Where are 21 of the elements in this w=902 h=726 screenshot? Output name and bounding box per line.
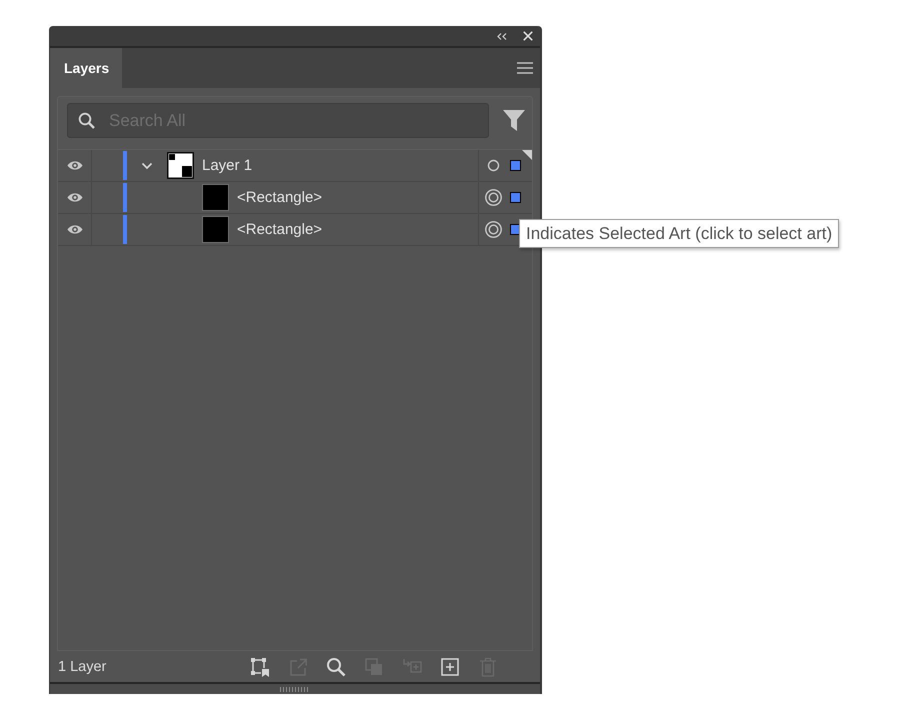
- magnifier-icon: [326, 656, 346, 676]
- double-ring-icon[interactable]: [485, 221, 502, 238]
- double-ring-icon[interactable]: [485, 189, 502, 206]
- artboard-icon: [250, 656, 270, 676]
- menu-icon[interactable]: [517, 62, 533, 74]
- filter-icon[interactable]: [503, 110, 525, 131]
- layer-name[interactable]: <Rectangle>: [237, 189, 322, 206]
- layer-thumbnail-drawing: [167, 152, 194, 179]
- tooltip: Indicates Selected Art (click to select art): [519, 219, 840, 248]
- rectangle-thumbnail: [202, 184, 229, 211]
- plus-box-icon: [440, 656, 460, 676]
- tab[interactable]: Layers: [50, 48, 122, 88]
- close-icon[interactable]: [523, 31, 533, 41]
- layer-name[interactable]: Layer 1: [202, 157, 252, 174]
- layer-name[interactable]: <Rectangle>: [237, 221, 322, 238]
- circle-icon[interactable]: [485, 157, 502, 174]
- search-icon: [78, 112, 95, 129]
- collapse-icon[interactable]: [497, 32, 507, 40]
- rectangle-thumbnail: [202, 216, 229, 243]
- grip-icon: [280, 686, 310, 692]
- layer-count: 1 Layer: [58, 658, 106, 674]
